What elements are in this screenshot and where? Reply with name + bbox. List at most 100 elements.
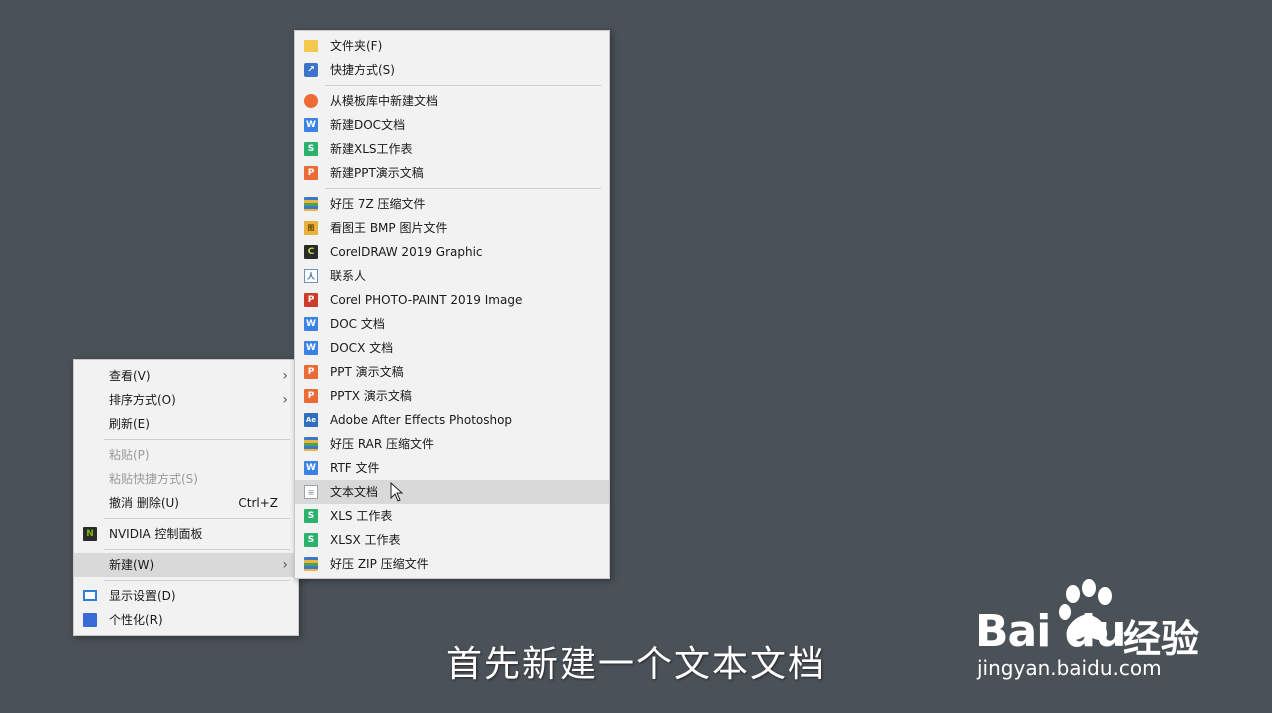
menu-item-label: 新建PPT演示文稿 bbox=[330, 166, 424, 180]
new-doc-item[interactable]: W 新建DOC文档 bbox=[295, 113, 609, 137]
menu-item-label: 排序方式(O) bbox=[109, 393, 176, 407]
new-xls-file-item[interactable]: S XLS 工作表 bbox=[295, 504, 609, 528]
wps-sheet-icon: S bbox=[304, 533, 318, 547]
menu-item-undo-delete[interactable]: 撤消 删除(U) Ctrl+Z bbox=[74, 491, 298, 515]
menu-item-label: 新建DOC文档 bbox=[330, 118, 406, 132]
menu-item-label: 看图王 BMP 图片文件 bbox=[330, 221, 448, 235]
menu-item-label: 从模板库中新建文档 bbox=[330, 94, 439, 108]
menu-item-label: 快捷方式(S) bbox=[330, 63, 395, 77]
menu-item-label: CorelDRAW 2019 Graphic bbox=[330, 245, 483, 259]
menu-separator bbox=[104, 549, 290, 550]
folder-icon bbox=[304, 40, 318, 52]
menu-item-label: 新建XLS工作表 bbox=[330, 142, 413, 156]
menu-item-shortcut: Ctrl+Z bbox=[238, 496, 278, 510]
new-xlsx-file-item[interactable]: S XLSX 工作表 bbox=[295, 528, 609, 552]
new-bmp-item[interactable]: 图 看图王 BMP 图片文件 bbox=[295, 216, 609, 240]
new-shortcut-item[interactable]: ↗ 快捷方式(S) bbox=[295, 58, 609, 82]
menu-item-label: 显示设置(D) bbox=[109, 589, 176, 603]
new-ppt-file-item[interactable]: P PPT 演示文稿 bbox=[295, 360, 609, 384]
baidu-jingyan-watermark: Bai du 经验 jingyan.baidu.com bbox=[975, 578, 1215, 688]
archive-icon bbox=[304, 197, 318, 211]
new-text-document-item[interactable]: ≡ 文本文档 bbox=[295, 480, 609, 504]
menu-item-label: 查看(V) bbox=[109, 369, 151, 383]
menu-item-label: 好压 ZIP 压缩文件 bbox=[330, 557, 429, 571]
new-after-effects-item[interactable]: Ae Adobe After Effects Photoshop bbox=[295, 408, 609, 432]
menu-item-paste-shortcut: 粘贴快捷方式(S) bbox=[74, 467, 298, 491]
menu-item-label: XLSX 工作表 bbox=[330, 533, 401, 547]
wps-presentation-icon: P bbox=[304, 365, 318, 379]
wps-writer-icon: W bbox=[304, 317, 318, 331]
menu-separator bbox=[104, 580, 290, 581]
shortcut-icon: ↗ bbox=[304, 63, 318, 77]
menu-item-label: 联系人 bbox=[330, 269, 367, 283]
photo-paint-icon: P bbox=[304, 293, 318, 307]
menu-item-label: 刷新(E) bbox=[109, 417, 150, 431]
menu-separator bbox=[325, 85, 601, 86]
menu-item-label: Corel PHOTO-PAINT 2019 Image bbox=[330, 293, 523, 307]
menu-item-label: 好压 7Z 压缩文件 bbox=[330, 197, 426, 211]
archive-icon bbox=[304, 557, 318, 571]
wps-presentation-icon: P bbox=[304, 389, 318, 403]
menu-item-label: 文件夹(F) bbox=[330, 39, 383, 53]
new-pptx-file-item[interactable]: P PPTX 演示文稿 bbox=[295, 384, 609, 408]
watermark-url: jingyan.baidu.com bbox=[977, 656, 1162, 680]
menu-item-label: 个性化(R) bbox=[109, 613, 163, 627]
wps-writer-icon: W bbox=[304, 341, 318, 355]
coreldraw-icon: C bbox=[304, 245, 318, 259]
personalize-icon bbox=[83, 613, 97, 627]
new-from-template-item[interactable]: 从模板库中新建文档 bbox=[295, 89, 609, 113]
new-zip-item[interactable]: 好压 ZIP 压缩文件 bbox=[295, 552, 609, 576]
menu-item-label: XLS 工作表 bbox=[330, 509, 393, 523]
new-rtf-item[interactable]: W RTF 文件 bbox=[295, 456, 609, 480]
wps-presentation-icon: P bbox=[304, 166, 318, 180]
menu-separator bbox=[104, 518, 290, 519]
new-submenu: 文件夹(F) ↗ 快捷方式(S) 从模板库中新建文档 W 新建DOC文档 S 新… bbox=[294, 30, 610, 579]
new-docx-file-item[interactable]: W DOCX 文档 bbox=[295, 336, 609, 360]
menu-item-label: RTF 文件 bbox=[330, 461, 380, 475]
jingyan-label: 经验 bbox=[1123, 617, 1200, 661]
menu-item-label: 粘贴快捷方式(S) bbox=[109, 472, 198, 486]
menu-item-sort-by[interactable]: 排序方式(O) › bbox=[74, 388, 298, 412]
after-effects-icon: Ae bbox=[304, 413, 318, 427]
new-folder-item[interactable]: 文件夹(F) bbox=[295, 34, 609, 58]
new-photo-paint-item[interactable]: P Corel PHOTO-PAINT 2019 Image bbox=[295, 288, 609, 312]
menu-item-label: PPTX 演示文稿 bbox=[330, 389, 412, 403]
menu-item-label: 撤消 删除(U) bbox=[109, 496, 179, 510]
menu-item-personalize[interactable]: 个性化(R) bbox=[74, 608, 298, 632]
desktop-context-menu: 查看(V) › 排序方式(O) › 刷新(E) 粘贴(P) 粘贴快捷方式(S) … bbox=[73, 359, 299, 636]
new-ppt-item[interactable]: P 新建PPT演示文稿 bbox=[295, 161, 609, 185]
menu-item-label: DOCX 文档 bbox=[330, 341, 394, 355]
menu-item-nvidia-control-panel[interactable]: N NVIDIA 控制面板 bbox=[74, 522, 298, 546]
text-document-icon: ≡ bbox=[304, 485, 318, 499]
wps-sheet-icon: S bbox=[304, 142, 318, 156]
new-rar-item[interactable]: 好压 RAR 压缩文件 bbox=[295, 432, 609, 456]
menu-item-label: PPT 演示文稿 bbox=[330, 365, 404, 379]
display-icon bbox=[83, 590, 97, 601]
new-doc-file-item[interactable]: W DOC 文档 bbox=[295, 312, 609, 336]
menu-item-label: 新建(W) bbox=[109, 558, 155, 572]
mouse-pointer-icon bbox=[390, 482, 404, 502]
template-icon bbox=[304, 94, 318, 108]
new-7z-item[interactable]: 好压 7Z 压缩文件 bbox=[295, 192, 609, 216]
menu-item-new[interactable]: 新建(W) › bbox=[74, 553, 298, 577]
menu-separator bbox=[104, 439, 290, 440]
new-coreldraw-item[interactable]: C CorelDRAW 2019 Graphic bbox=[295, 240, 609, 264]
chevron-right-icon: › bbox=[282, 557, 288, 573]
wps-writer-icon: W bbox=[304, 461, 318, 475]
menu-item-view[interactable]: 查看(V) › bbox=[74, 364, 298, 388]
menu-item-refresh[interactable]: 刷新(E) bbox=[74, 412, 298, 436]
chevron-right-icon: › bbox=[282, 368, 288, 384]
contact-icon: 人 bbox=[304, 269, 318, 283]
nvidia-icon: N bbox=[83, 527, 97, 541]
menu-item-display-settings[interactable]: 显示设置(D) bbox=[74, 584, 298, 608]
archive-icon bbox=[304, 437, 318, 451]
wps-writer-icon: W bbox=[304, 118, 318, 132]
menu-separator bbox=[325, 188, 601, 189]
wps-sheet-icon: S bbox=[304, 509, 318, 523]
menu-item-label: 粘贴(P) bbox=[109, 448, 150, 462]
menu-item-label: 好压 RAR 压缩文件 bbox=[330, 437, 435, 451]
menu-item-label: DOC 文档 bbox=[330, 317, 385, 331]
new-xls-item[interactable]: S 新建XLS工作表 bbox=[295, 137, 609, 161]
menu-item-label: 文本文档 bbox=[330, 485, 379, 499]
new-contact-item[interactable]: 人 联系人 bbox=[295, 264, 609, 288]
